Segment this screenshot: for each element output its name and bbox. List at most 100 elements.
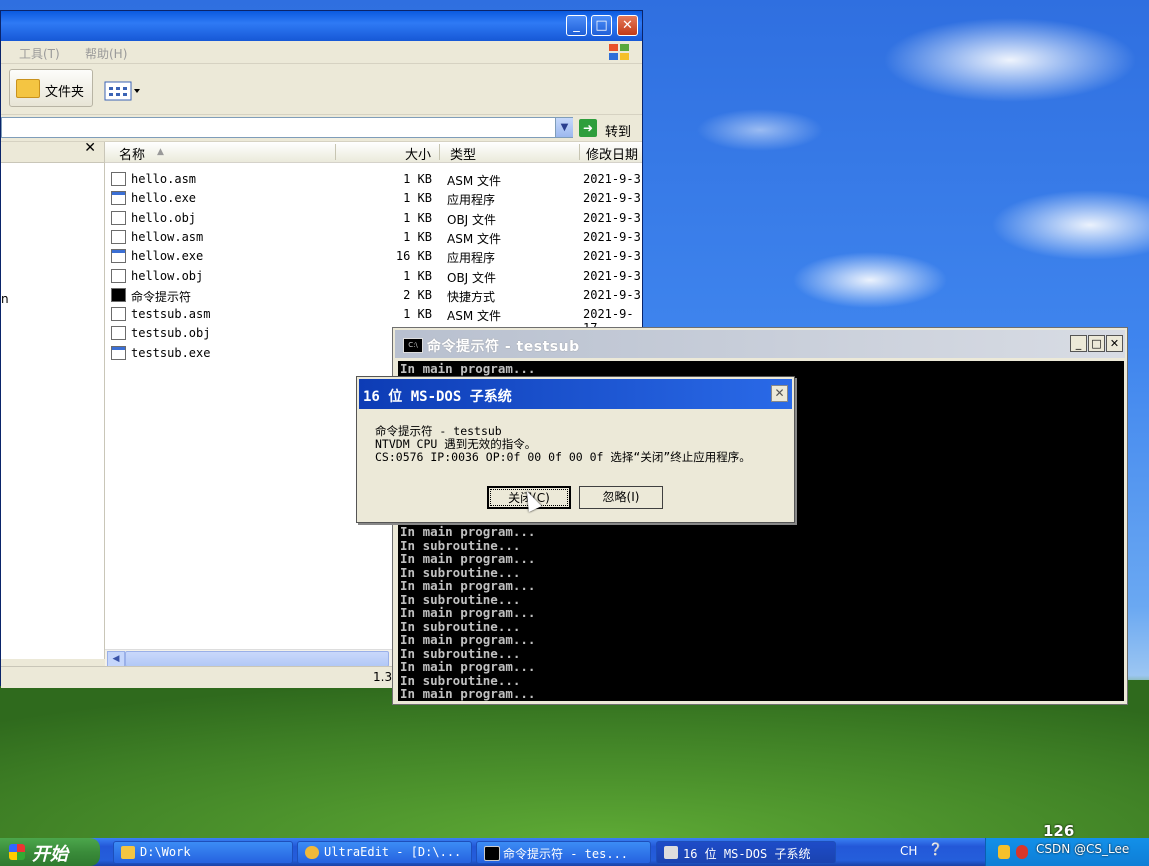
- console-title: 命令提示符 - testsub: [427, 339, 580, 355]
- column-name[interactable]: 名称: [119, 144, 145, 163]
- console-close-button[interactable]: ✕: [1106, 335, 1123, 352]
- ultraedit-icon: [305, 846, 319, 859]
- explorer-titlebar[interactable]: _ □ ✕: [1, 11, 642, 41]
- menu-help[interactable]: 帮助(H): [85, 45, 127, 62]
- status-text: 1.3: [373, 670, 393, 684]
- file-row[interactable]: hellow.asm 1 KB ASM 文件 2021-9-3: [105, 228, 642, 247]
- console-titlebar[interactable]: C:\ 命令提示符 - testsub _ □ ✕: [395, 330, 1125, 358]
- console-line: In main program...: [400, 632, 536, 647]
- console-line: In main program...: [400, 659, 536, 674]
- column-size[interactable]: 大小: [405, 144, 431, 163]
- toolbar: 文件夹: [1, 64, 642, 115]
- file-type: ASM 文件: [447, 231, 501, 246]
- obj-file-icon: [111, 268, 126, 283]
- views-button[interactable]: [104, 79, 142, 103]
- overlay-number: 126: [1043, 822, 1075, 840]
- windows-flag-icon: [9, 844, 25, 860]
- console-line: In main program...: [400, 551, 536, 566]
- dialog-titlebar[interactable]: 16 位 MS-DOS 子系统 ✕: [359, 379, 792, 409]
- task-ultraedit[interactable]: UltraEdit - [D:\...: [297, 841, 472, 864]
- menu-tools[interactable]: 工具(T): [19, 45, 60, 62]
- file-size: 16 KB: [395, 249, 432, 264]
- file-type: 应用程序: [447, 193, 496, 208]
- file-size: 1 KB: [403, 210, 432, 225]
- file-date: 2021-9-3: [583, 268, 641, 283]
- dialog-close-icon[interactable]: ✕: [771, 385, 788, 402]
- dialog-message-line3: CS:0576 IP:0036 OP:0f 00 0f 00 0f 选择“关闭”…: [375, 450, 751, 464]
- taskbar: 开始 D:\Work UltraEdit - [D:\... 命令提示符 - t…: [0, 838, 1149, 866]
- shield-icon[interactable]: [998, 845, 1010, 859]
- file-name: testsub.exe: [131, 345, 211, 360]
- task-console-label: 命令提示符 - tes...: [503, 847, 629, 861]
- address-input[interactable]: [1, 117, 573, 138]
- file-date: 2021-9-3: [583, 287, 641, 302]
- text-file-icon: [111, 172, 126, 186]
- task-dialog-label: 16 位 MS-DOS 子系统: [683, 847, 811, 861]
- dialog-ignore-button[interactable]: 忽略(I): [579, 486, 663, 509]
- file-size: 1 KB: [403, 307, 432, 322]
- cmd-shortcut-icon: [111, 287, 126, 302]
- start-label: 开始: [32, 844, 68, 865]
- go-label: 转到: [605, 125, 632, 140]
- console-line: In main program...: [400, 361, 536, 376]
- scroll-thumb[interactable]: [125, 651, 389, 667]
- task-console[interactable]: 命令提示符 - tes...: [476, 841, 651, 864]
- file-size: 2 KB: [403, 287, 432, 302]
- file-date: 2021-9-3: [583, 249, 641, 264]
- obj-file-icon: [111, 210, 126, 225]
- text-file-icon: [111, 229, 126, 244]
- minimize-button[interactable]: _: [566, 15, 587, 36]
- dialog-title: 16 位 MS-DOS 子系统: [363, 389, 512, 405]
- folders-button[interactable]: 文件夹: [9, 69, 93, 107]
- column-type[interactable]: 类型: [450, 144, 476, 163]
- task-dialog[interactable]: 16 位 MS-DOS 子系统: [656, 841, 836, 864]
- console-maximize-button[interactable]: □: [1088, 335, 1105, 352]
- maximize-button[interactable]: □: [591, 15, 612, 36]
- task-ultraedit-label: UltraEdit - [D:\...: [324, 845, 462, 859]
- security-alert-icon[interactable]: [1016, 845, 1028, 859]
- file-size: 1 KB: [403, 229, 432, 244]
- file-type: ASM 文件: [447, 174, 501, 188]
- folder-tree-fragment[interactable]: n: [1, 292, 9, 306]
- help-icon[interactable]: ❔: [928, 842, 943, 856]
- file-size: 1 KB: [403, 172, 432, 186]
- address-bar: ▼ ➜ 转到: [1, 115, 642, 142]
- file-row[interactable]: hellow.exe 16 KB 应用程序 2021-9-3: [105, 247, 642, 266]
- go-button[interactable]: ➜ 转到: [579, 118, 639, 140]
- file-size: 1 KB: [403, 191, 432, 206]
- close-button[interactable]: ✕: [617, 15, 638, 36]
- scroll-left-icon[interactable]: ◀: [107, 651, 125, 667]
- file-date: 2021-9-3: [583, 210, 641, 225]
- address-dropdown-button[interactable]: ▼: [555, 118, 573, 137]
- file-row[interactable]: hello.obj 1 KB OBJ 文件 2021-9-3: [105, 209, 642, 228]
- file-row[interactable]: hello.exe 1 KB 应用程序 2021-9-3: [105, 189, 642, 208]
- column-modified[interactable]: 修改日期: [586, 144, 638, 163]
- file-name: hellow.asm: [131, 229, 204, 244]
- exe-file-icon: [111, 249, 126, 264]
- file-name: hello.asm: [131, 172, 197, 186]
- language-indicator[interactable]: CH: [900, 844, 917, 858]
- task-explorer[interactable]: D:\Work: [113, 841, 293, 864]
- folder-icon: [121, 846, 135, 859]
- folders-label: 文件夹: [45, 85, 85, 100]
- console-app-icon: C:\: [403, 338, 423, 353]
- close-pane-icon[interactable]: ✕: [84, 140, 96, 156]
- folder-icon: [16, 79, 40, 98]
- folders-pane: ✕ n: [1, 140, 105, 659]
- file-row[interactable]: 命令提示符 2 KB 快捷方式 2021-9-3: [105, 286, 642, 305]
- start-button[interactable]: 开始: [0, 838, 100, 866]
- file-row[interactable]: hellow.obj 1 KB OBJ 文件 2021-9-3: [105, 267, 642, 286]
- obj-file-icon: [111, 326, 126, 341]
- file-row[interactable]: testsub.asm1 KBASM 文件2021-9-17: [105, 305, 642, 335]
- console-minimize-button[interactable]: _: [1070, 335, 1087, 352]
- horizontal-scrollbar[interactable]: ◀: [105, 649, 395, 667]
- file-type: OBJ 文件: [447, 270, 497, 285]
- task-explorer-label: D:\Work: [140, 845, 191, 859]
- console-line: In main program...: [400, 578, 536, 593]
- file-size: 1 KB: [403, 268, 432, 283]
- file-type: ASM 文件: [447, 309, 501, 324]
- console-icon: [484, 846, 500, 861]
- go-arrow-icon: ➜: [579, 119, 597, 137]
- file-row[interactable]: hello.asm 1 KB ASM 文件 2021-9-3: [105, 170, 642, 189]
- sort-arrow-icon: ▲: [157, 147, 164, 157]
